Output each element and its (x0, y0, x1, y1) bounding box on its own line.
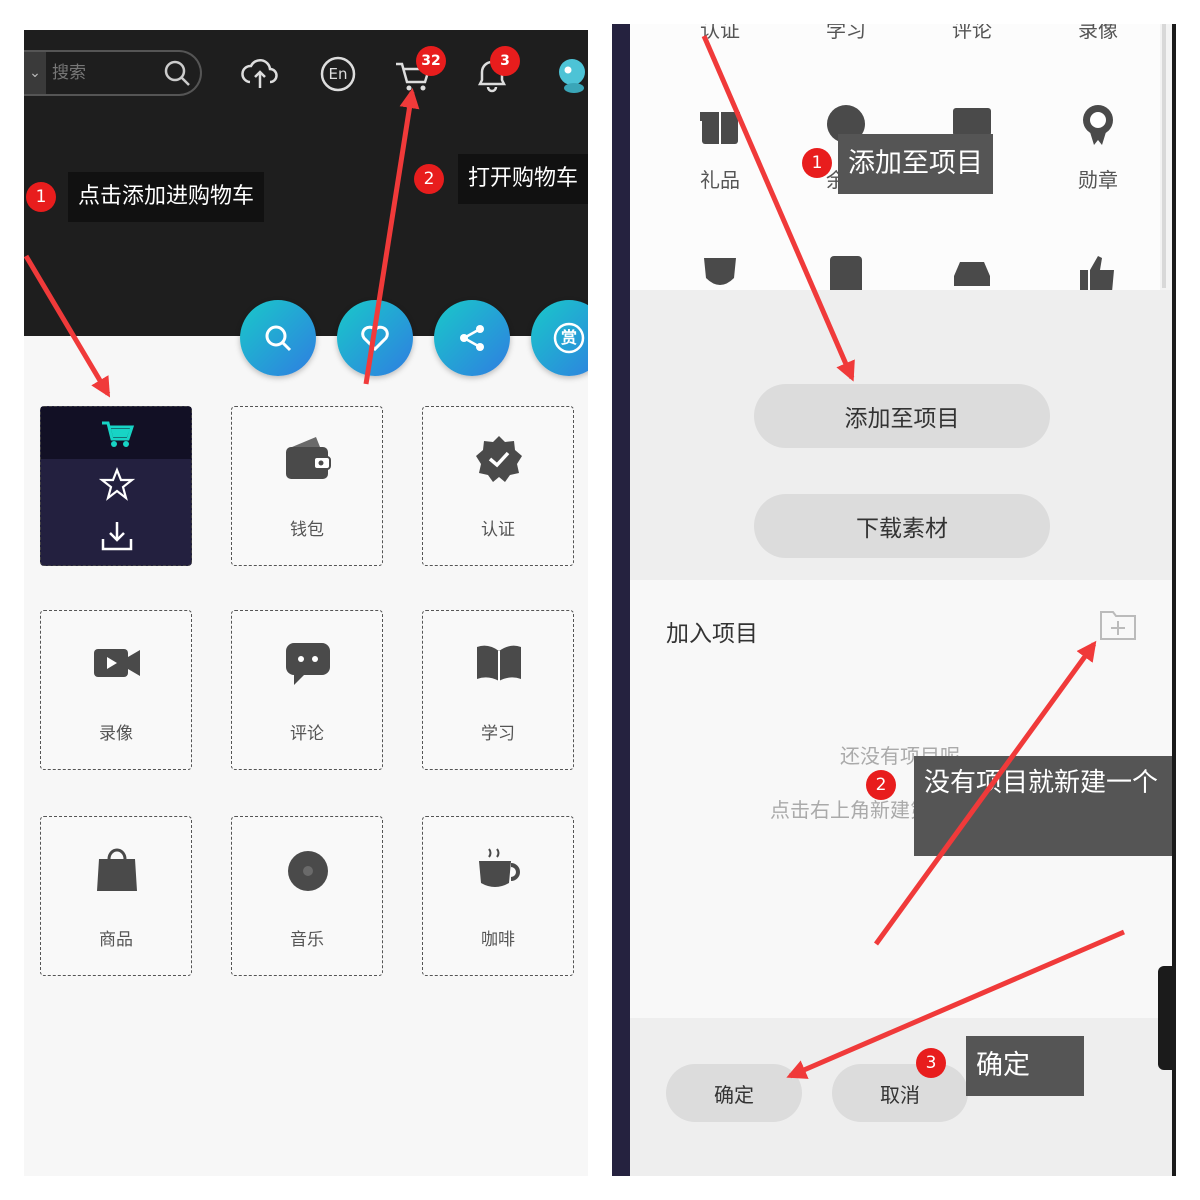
gift-icon[interactable] (698, 102, 742, 146)
search-icon (265, 325, 292, 352)
music-icon (288, 851, 328, 891)
cancel-button[interactable]: 取消 (832, 1064, 968, 1122)
card-label: 咖啡 (481, 930, 515, 950)
dialog-footer: 确定 取消 (630, 1018, 1176, 1176)
card-label: 音乐 (290, 930, 324, 950)
join-project-title: 加入项目 (666, 621, 758, 647)
card-label: 认证 (481, 520, 515, 540)
verified-badge-icon (476, 436, 522, 482)
card-comment[interactable]: 评论 (231, 610, 383, 770)
card-label: 录像 (99, 724, 133, 744)
tooltip-open-cart: 打开购物车 (458, 154, 588, 204)
wallet-icon (286, 437, 331, 479)
confirm-button[interactable]: 确定 (666, 1064, 802, 1122)
card-music[interactable]: 音乐 (231, 816, 383, 976)
partial-label: 录像 (1078, 24, 1118, 42)
search-input[interactable] (52, 56, 152, 90)
download-icon[interactable] (99, 519, 135, 553)
left-screenshot-panel: ⌄ En 32 3 (24, 30, 588, 1176)
icon-label: 礼品 (700, 168, 740, 192)
fab-search-button[interactable] (240, 300, 316, 376)
tooltip-confirm: 确定 (966, 1036, 1084, 1096)
card-goods[interactable]: 商品 (40, 816, 192, 976)
fab-share-button[interactable] (434, 300, 510, 376)
partial-label: 认证 (700, 24, 740, 42)
heart-icon (361, 325, 389, 352)
coffee-icon (479, 848, 520, 887)
card-label: 钱包 (290, 520, 324, 540)
avatar[interactable] (550, 52, 588, 96)
notification-badge: 3 (490, 46, 520, 76)
card-label: 学习 (481, 724, 515, 744)
icon-grid-scroll-area: 认证 学习 评论 录像 礼品 余额 电脑 勋章 1 添加至项目 (630, 24, 1160, 294)
search-box: ⌄ (24, 50, 202, 96)
grid-scrollbar[interactable] (1162, 24, 1166, 288)
step-badge-3: 3 (916, 1048, 946, 1078)
step-badge-1: 1 (26, 182, 56, 212)
step-badge-1: 1 (802, 148, 832, 178)
cart-count-badge: 32 (416, 46, 446, 76)
step-badge-2: 2 (866, 770, 896, 800)
video-icon (94, 649, 140, 677)
language-en-icon[interactable]: En (316, 52, 360, 96)
card-video[interactable]: 录像 (40, 610, 192, 770)
partial-label: 评论 (952, 24, 992, 42)
cloud-upload-icon[interactable] (238, 52, 282, 96)
card-label: 评论 (290, 724, 324, 744)
download-material-button[interactable]: 下载素材 (754, 494, 1050, 558)
fab-favorite-button[interactable] (337, 300, 413, 376)
reward-label: 赏 (560, 328, 577, 347)
card-verify[interactable]: 认证 (422, 406, 574, 566)
top-header-bar: ⌄ En 32 3 (24, 30, 588, 336)
share-icon (460, 325, 484, 351)
book-icon (477, 645, 521, 681)
new-folder-icon[interactable] (1098, 606, 1138, 642)
card-study[interactable]: 学习 (422, 610, 574, 770)
cart-add-icon[interactable] (99, 417, 135, 449)
tooltip-add-to-project: 添加至项目 (838, 134, 993, 194)
tooltip-create-project: 没有项目就新建一个 (914, 756, 1172, 856)
card-wallet[interactable]: 钱包 (231, 406, 383, 566)
medal-icon[interactable] (1076, 102, 1120, 146)
search-icon[interactable] (162, 58, 192, 88)
language-label: En (328, 65, 348, 83)
partial-label: 学习 (826, 24, 866, 42)
search-dropdown-toggle[interactable]: ⌄ (24, 52, 46, 94)
card-coffee[interactable]: 咖啡 (422, 816, 574, 976)
shopping-bag-icon (97, 848, 137, 891)
star-icon[interactable] (99, 467, 135, 501)
right-screenshot-panel: 认证 学习 评论 录像 礼品 余额 电脑 勋章 1 添加至项目 添加至项目 下载… (612, 24, 1176, 1176)
tooltip-add-to-cart: 点击添加进购物车 (68, 172, 265, 222)
panel-left-edge (612, 24, 630, 1176)
volume-meter-widget[interactable] (1158, 966, 1176, 1070)
add-to-project-button[interactable]: 添加至项目 (754, 384, 1050, 448)
action-button-zone: 添加至项目 下载素材 (630, 290, 1176, 580)
comment-icon (286, 643, 330, 685)
icon-label: 勋章 (1078, 168, 1118, 192)
card-label: 商品 (99, 930, 133, 950)
step-badge-2: 2 (414, 164, 444, 194)
card-active-cart[interactable] (40, 406, 192, 566)
